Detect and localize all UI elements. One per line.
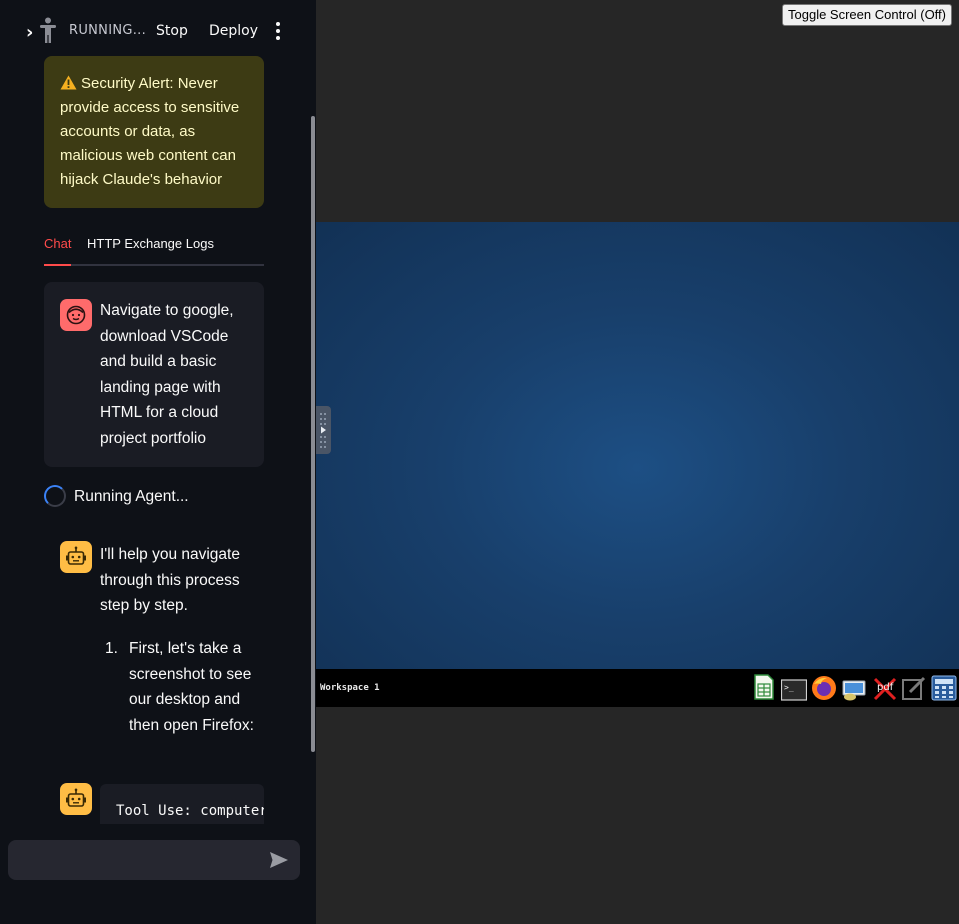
tab-chat[interactable]: Chat <box>44 236 72 266</box>
terminal-icon[interactable]: >_ <box>781 677 807 703</box>
pdf-label: pdf <box>877 682 894 693</box>
firefox-icon[interactable] <box>811 675 837 701</box>
user-avatar-icon <box>60 299 92 331</box>
sidebar-header: › RUNNING... Stop Deploy <box>0 0 316 58</box>
bot-avatar-icon <box>60 541 92 573</box>
warning-icon <box>60 75 77 90</box>
chat-input[interactable] <box>20 848 260 872</box>
svg-text:>_: >_ <box>784 683 794 692</box>
bot-avatar-icon <box>60 783 92 815</box>
workspace-label[interactable]: Workspace 1 <box>320 683 380 693</box>
chat-input-box <box>8 840 300 880</box>
user-message: Navigate to google, download VSCode and … <box>44 282 264 467</box>
toggle-screen-control-button[interactable]: Toggle Screen Control (Off) <box>782 4 952 26</box>
sidebar: › RUNNING... Stop Deploy Security Alert:… <box>0 0 316 924</box>
sidebar-resize-handle[interactable] <box>316 406 331 454</box>
tool-use-code-block: Tool Use: computer <box>100 784 264 824</box>
running-person-icon <box>40 17 56 43</box>
sidebar-scrollbar[interactable] <box>311 116 315 752</box>
send-icon[interactable] <box>269 851 289 869</box>
agent-status-text: Running Agent... <box>74 488 189 505</box>
stop-button[interactable]: Stop <box>156 20 188 42</box>
tab-bar: Chat HTTP Exchange Logs <box>44 226 264 266</box>
text-editor-icon[interactable] <box>901 675 927 701</box>
running-status-label: RUNNING... <box>69 23 147 38</box>
list-item: First, let's take a screenshot to see ou… <box>129 640 254 734</box>
image-viewer-icon[interactable] <box>841 676 867 702</box>
remote-desktop[interactable] <box>316 222 959 669</box>
deploy-button[interactable]: Deploy <box>209 20 258 42</box>
assistant-message-text: I'll help you navigate through this proc… <box>100 546 240 615</box>
tab-http-exchange-logs[interactable]: HTTP Exchange Logs <box>87 236 214 252</box>
user-message-text: Navigate to google, download VSCode and … <box>100 302 234 447</box>
more-options-icon[interactable] <box>271 21 285 41</box>
security-alert: Security Alert: Never provide access to … <box>44 56 264 208</box>
spreadsheet-icon[interactable] <box>751 674 777 700</box>
collapse-chevron-icon[interactable]: › <box>26 22 33 44</box>
list-item-number: 1. <box>105 640 118 657</box>
security-alert-text: Security Alert: Never provide access to … <box>60 75 240 188</box>
tool-use-text: Tool Use: computer <box>116 803 264 819</box>
calculator-icon[interactable] <box>931 675 957 701</box>
loading-spinner-icon <box>44 485 66 507</box>
